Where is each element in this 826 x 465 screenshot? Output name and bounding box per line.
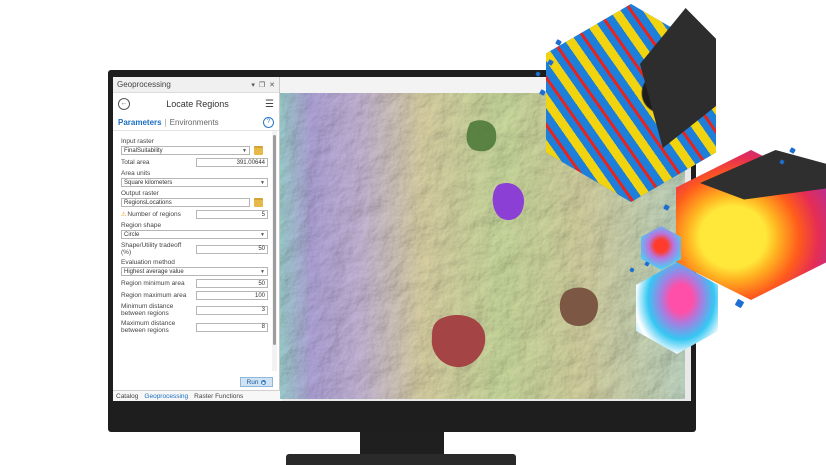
total-area-row: Total area 391.00644 bbox=[121, 158, 268, 167]
pane-title-bar: Geoprocessing ▾ ❐ ✕ bbox=[113, 77, 279, 93]
bottom-tab-bar: Catalog Geoprocessing Raster Functions bbox=[113, 390, 282, 401]
help-icon[interactable]: ? bbox=[263, 117, 274, 128]
max-distance-label-2: between regions bbox=[121, 327, 169, 334]
play-icon: ▶ bbox=[261, 379, 267, 385]
tab-catalog[interactable]: Catalog bbox=[116, 393, 138, 400]
input-raster-label: Input raster bbox=[121, 138, 154, 145]
close-icon[interactable]: ✕ bbox=[269, 81, 275, 89]
tab-environments[interactable]: Environments bbox=[170, 118, 219, 127]
tool-title: Locate Regions bbox=[166, 99, 229, 109]
chevron-down-icon: ▼ bbox=[260, 268, 265, 275]
max-distance-label: Maximum distance bbox=[121, 320, 176, 327]
decorative-dot bbox=[734, 298, 745, 309]
min-distance-row: Minimum distance between regions 3 bbox=[121, 303, 268, 317]
tab-parameters[interactable]: Parameters bbox=[118, 118, 162, 127]
tab-separator: | bbox=[164, 118, 167, 127]
region-max-area-input[interactable]: 100 bbox=[196, 291, 268, 300]
min-distance-label-2: between regions bbox=[121, 310, 169, 317]
max-distance-row: Maximum distance between regions 8 bbox=[121, 320, 268, 334]
folder-icon[interactable] bbox=[254, 146, 263, 155]
monitor-stand-base bbox=[286, 454, 516, 465]
region-brown[interactable] bbox=[559, 287, 598, 327]
tradeoff-row: Shape/Utility tradeoff (%) 50 bbox=[121, 242, 268, 256]
tradeoff-label-unit: (%) bbox=[121, 249, 132, 256]
tradeoff-label: Shape/Utility tradeoff bbox=[121, 242, 182, 249]
evaluation-method-label: Evaluation method bbox=[121, 259, 175, 266]
area-units-dropdown[interactable]: Square kilometers ▼ bbox=[121, 178, 268, 187]
folder-icon[interactable] bbox=[254, 198, 263, 207]
monitor-stand-neck bbox=[360, 432, 444, 456]
area-units-label: Area units bbox=[121, 170, 151, 177]
chevron-down-icon: ▼ bbox=[260, 231, 265, 238]
region-shape-label: Region shape bbox=[121, 222, 162, 229]
scrollbar-thumb[interactable] bbox=[273, 135, 276, 345]
evaluation-method-dropdown[interactable]: Highest average value ▼ bbox=[121, 267, 268, 276]
chevron-down-icon: ▼ bbox=[260, 179, 265, 186]
restore-icon[interactable]: ❐ bbox=[259, 81, 265, 89]
back-arrow-icon[interactable]: ← bbox=[118, 98, 130, 110]
region-max-area-row: Region maximum area 100 bbox=[121, 291, 268, 300]
min-distance-label: Minimum distance bbox=[121, 303, 174, 310]
pane-title: Geoprocessing bbox=[117, 80, 171, 89]
num-regions-row: ⚠Number of regions 5 bbox=[121, 210, 268, 219]
num-regions-label: Number of regions bbox=[127, 211, 181, 218]
output-raster-row: RegionsLocations bbox=[121, 198, 271, 207]
pane-tabs: Parameters | Environments ? bbox=[113, 115, 279, 131]
tool-header: ← Locate Regions ☰ bbox=[113, 93, 279, 115]
pane-scrollbar[interactable] bbox=[272, 131, 277, 371]
total-area-input[interactable]: 391.00644 bbox=[196, 158, 268, 167]
num-regions-input[interactable]: 5 bbox=[196, 210, 268, 219]
decorative-dot bbox=[789, 147, 796, 154]
tab-raster-functions[interactable]: Raster Functions bbox=[194, 393, 243, 400]
min-distance-input[interactable]: 3 bbox=[196, 305, 268, 315]
tab-geoprocessing[interactable]: Geoprocessing bbox=[144, 393, 188, 400]
max-distance-input[interactable]: 8 bbox=[196, 322, 268, 332]
region-min-area-row: Region minimum area 50 bbox=[121, 279, 268, 288]
parameters-form: Input raster FinalSuitability ▼ Total ar… bbox=[113, 131, 271, 375]
hamburger-menu-icon[interactable]: ☰ bbox=[265, 99, 274, 110]
region-shape-dropdown[interactable]: Circle ▼ bbox=[121, 230, 268, 239]
output-raster-input[interactable]: RegionsLocations bbox=[121, 198, 250, 207]
chevron-down-icon: ▼ bbox=[242, 147, 247, 154]
warning-icon: ⚠ bbox=[121, 212, 127, 218]
run-label: Run bbox=[246, 378, 259, 386]
region-dark-green[interactable] bbox=[466, 120, 497, 152]
input-raster-dropdown[interactable]: FinalSuitability ▼ bbox=[121, 146, 250, 155]
tradeoff-input[interactable]: 50 bbox=[196, 244, 268, 254]
pin-icon[interactable]: ▾ bbox=[251, 81, 255, 89]
input-raster-row: FinalSuitability ▼ bbox=[121, 146, 271, 155]
region-min-area-input[interactable]: 50 bbox=[196, 279, 268, 288]
run-button[interactable]: Run ▶ bbox=[240, 377, 273, 387]
output-raster-label: Output raster bbox=[121, 190, 159, 197]
total-area-label: Total area bbox=[121, 159, 150, 166]
region-max-area-label: Region maximum area bbox=[121, 292, 187, 299]
region-min-area-label: Region minimum area bbox=[121, 280, 185, 287]
geoprocessing-pane: Geoprocessing ▾ ❐ ✕ ← Locate Regions ☰ P… bbox=[113, 77, 282, 401]
window-controls: ▾ ❐ ✕ bbox=[251, 81, 275, 89]
